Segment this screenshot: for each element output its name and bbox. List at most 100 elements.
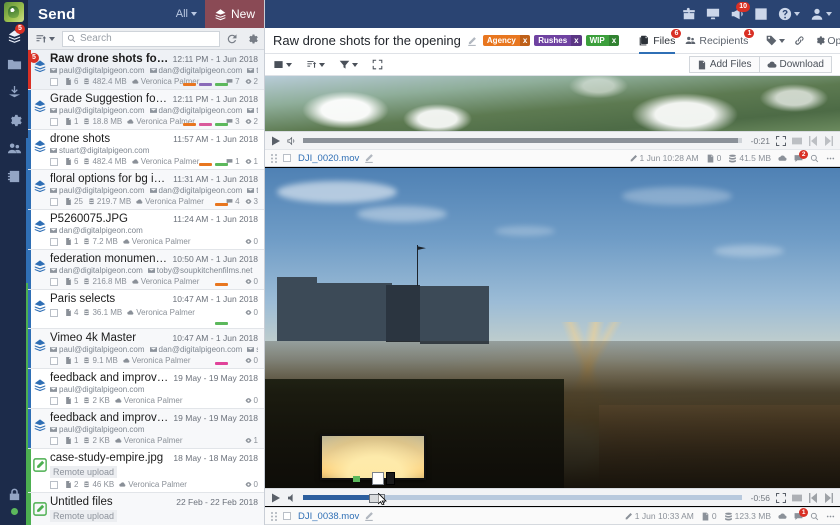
volume-icon[interactable] [287,136,297,146]
zoom-icon-main[interactable] [810,512,819,521]
list-item-date: 12:11 PM - 1 Jun 2018 [172,54,258,64]
rail-item-contacts[interactable] [0,134,28,162]
comments-button-main[interactable]: 1 [794,507,808,521]
list-item[interactable]: Grade Suggestion for Opening12:11 PM - 1… [28,90,264,130]
list-item[interactable]: federation monument scout 10:50 AM - 1 Ju… [28,250,264,290]
tag-remove-icon[interactable]: x [571,35,582,46]
rail-item-download[interactable] [0,78,28,106]
list-item-checkbox[interactable] [50,77,58,86]
file-count: 4 [65,308,78,317]
rename-file-icon-main[interactable] [364,511,374,521]
list-item-checkbox[interactable] [50,480,58,489]
fullscreen-icon[interactable] [776,135,786,146]
recipient-email: stuart@digitalpigeon.com [50,146,149,155]
list-item-checkbox[interactable] [50,277,58,286]
list-item[interactable]: Untitled files 22 Feb - 22 Feb 2018 Remote… [28,493,264,525]
next-frame-icon-main[interactable] [824,492,834,503]
list-item[interactable]: drone shots 11:57 AM - 1 Jun 2018 stuart@d… [28,130,264,170]
add-files-button[interactable]: Add Files [688,56,760,73]
view-mode-button[interactable] [273,59,292,70]
list-item[interactable]: Paris selects 10:47 AM - 1 Jun 2018 4 36.1 … [28,290,264,329]
more-menu-main[interactable] [826,512,835,521]
list-item-checkbox[interactable] [50,117,58,126]
download-button[interactable]: Download [759,56,832,73]
zoom-icon-top[interactable] [810,154,819,163]
options-menu-button[interactable]: Options [814,35,840,47]
options-label: Options [827,34,840,47]
help-icon[interactable] [778,7,800,21]
drag-handle-icon[interactable] [270,153,278,163]
rail-item-address-book[interactable] [0,162,28,190]
play-button-main[interactable] [271,493,281,503]
new-send-button[interactable]: New [204,0,264,28]
volume-muted-icon[interactable] [287,493,297,503]
prev-frame-icon[interactable] [808,135,818,146]
link-icon[interactable] [794,35,805,46]
gift-icon[interactable] [682,7,696,21]
scrub-handle[interactable] [372,472,384,485]
seek-bar-top[interactable] [303,138,742,143]
list-item-checkbox[interactable] [50,436,58,445]
view-count: 1 [245,436,258,445]
rail-item-folder[interactable] [0,50,28,78]
refresh-icon[interactable] [224,33,240,45]
cloud-download-icon-main[interactable] [778,512,787,521]
sort-button[interactable] [306,59,325,70]
fullscreen-button[interactable] [372,59,383,70]
sort-order-button[interactable] [32,33,58,45]
file-pages-top: 0 [706,153,721,163]
tag-remove-icon[interactable]: x [519,35,531,46]
list-item-checkbox[interactable] [50,197,58,206]
filter-button[interactable] [339,59,358,70]
snapshot-icon[interactable] [792,136,802,146]
fullscreen-icon-main[interactable] [776,492,786,503]
tag-menu-button[interactable] [766,35,786,46]
list-item-checkbox[interactable] [50,396,58,405]
monitor-icon[interactable] [706,7,720,21]
tag-chip[interactable]: WIP x [585,35,620,46]
list-item[interactable]: feedback and improvement.jpg 19 May - 19 … [28,409,264,449]
view-count: 0 [245,480,258,489]
gear-icon[interactable] [244,33,260,45]
tag-remove-icon[interactable]: x [608,35,620,46]
megaphone-icon[interactable]: 10 [730,2,750,21]
play-button[interactable] [271,136,281,146]
edit-title-icon[interactable] [467,36,477,46]
rail-item-settings[interactable] [0,106,28,134]
list-item-checkbox[interactable] [50,356,58,365]
drag-handle-icon-main[interactable] [270,511,278,521]
scrub-handle-secondary[interactable] [386,472,395,485]
rename-file-icon[interactable] [364,153,374,163]
lock-icon[interactable] [0,480,28,508]
next-frame-icon[interactable] [824,135,834,146]
tab-files[interactable]: Files 6 [639,28,682,54]
comments-button-top[interactable]: 2 [794,149,808,163]
tag-chip[interactable]: Agency x [482,35,531,46]
more-menu-top[interactable] [826,154,835,163]
cloud-download-icon-top[interactable] [778,154,787,163]
rail-item-send[interactable]: 5 [0,22,28,50]
file-checkbox-main[interactable] [283,512,291,520]
file-name-main[interactable]: DJI_0038.mov [298,511,359,522]
account-icon[interactable] [810,7,832,21]
list-item-checkbox[interactable] [50,308,58,317]
send-list[interactable]: 5Raw drone shots for the opening12:11 PM… [28,50,264,525]
file-checkbox-top[interactable] [283,154,291,162]
file-name-top[interactable]: DJI_0020.mov [298,153,359,164]
filter-all-dropdown[interactable]: All [176,8,205,20]
list-item-checkbox[interactable] [50,157,58,166]
tab-recipients[interactable]: Recipients 1 [685,28,755,54]
view-count: 0 [245,277,258,286]
list-item[interactable]: Vimeo 4k Master 10:47 AM - 1 Jun 2018 paul… [28,329,264,369]
list-item[interactable]: case-study-empire.jpg 18 May - 18 May 201… [28,449,264,493]
prev-frame-icon-main[interactable] [808,492,818,503]
stats-icon[interactable] [754,7,768,21]
search-input[interactable]: Search [62,30,220,47]
tag-chip[interactable]: Rushes x [534,35,582,46]
list-item-checkbox[interactable] [50,237,58,246]
list-item[interactable]: P5260075.JPG 11:24 AM - 1 Jun 2018 dan@dig… [28,210,264,250]
list-item[interactable]: feedback and improvement v2.jpg 19 May - … [28,369,264,409]
list-item[interactable]: floral options for bg imagery11:31 AM - … [28,170,264,210]
snapshot-icon-main[interactable] [792,493,802,503]
list-item[interactable]: 5 Raw drone shots for the opening12:11 PM… [28,50,264,90]
